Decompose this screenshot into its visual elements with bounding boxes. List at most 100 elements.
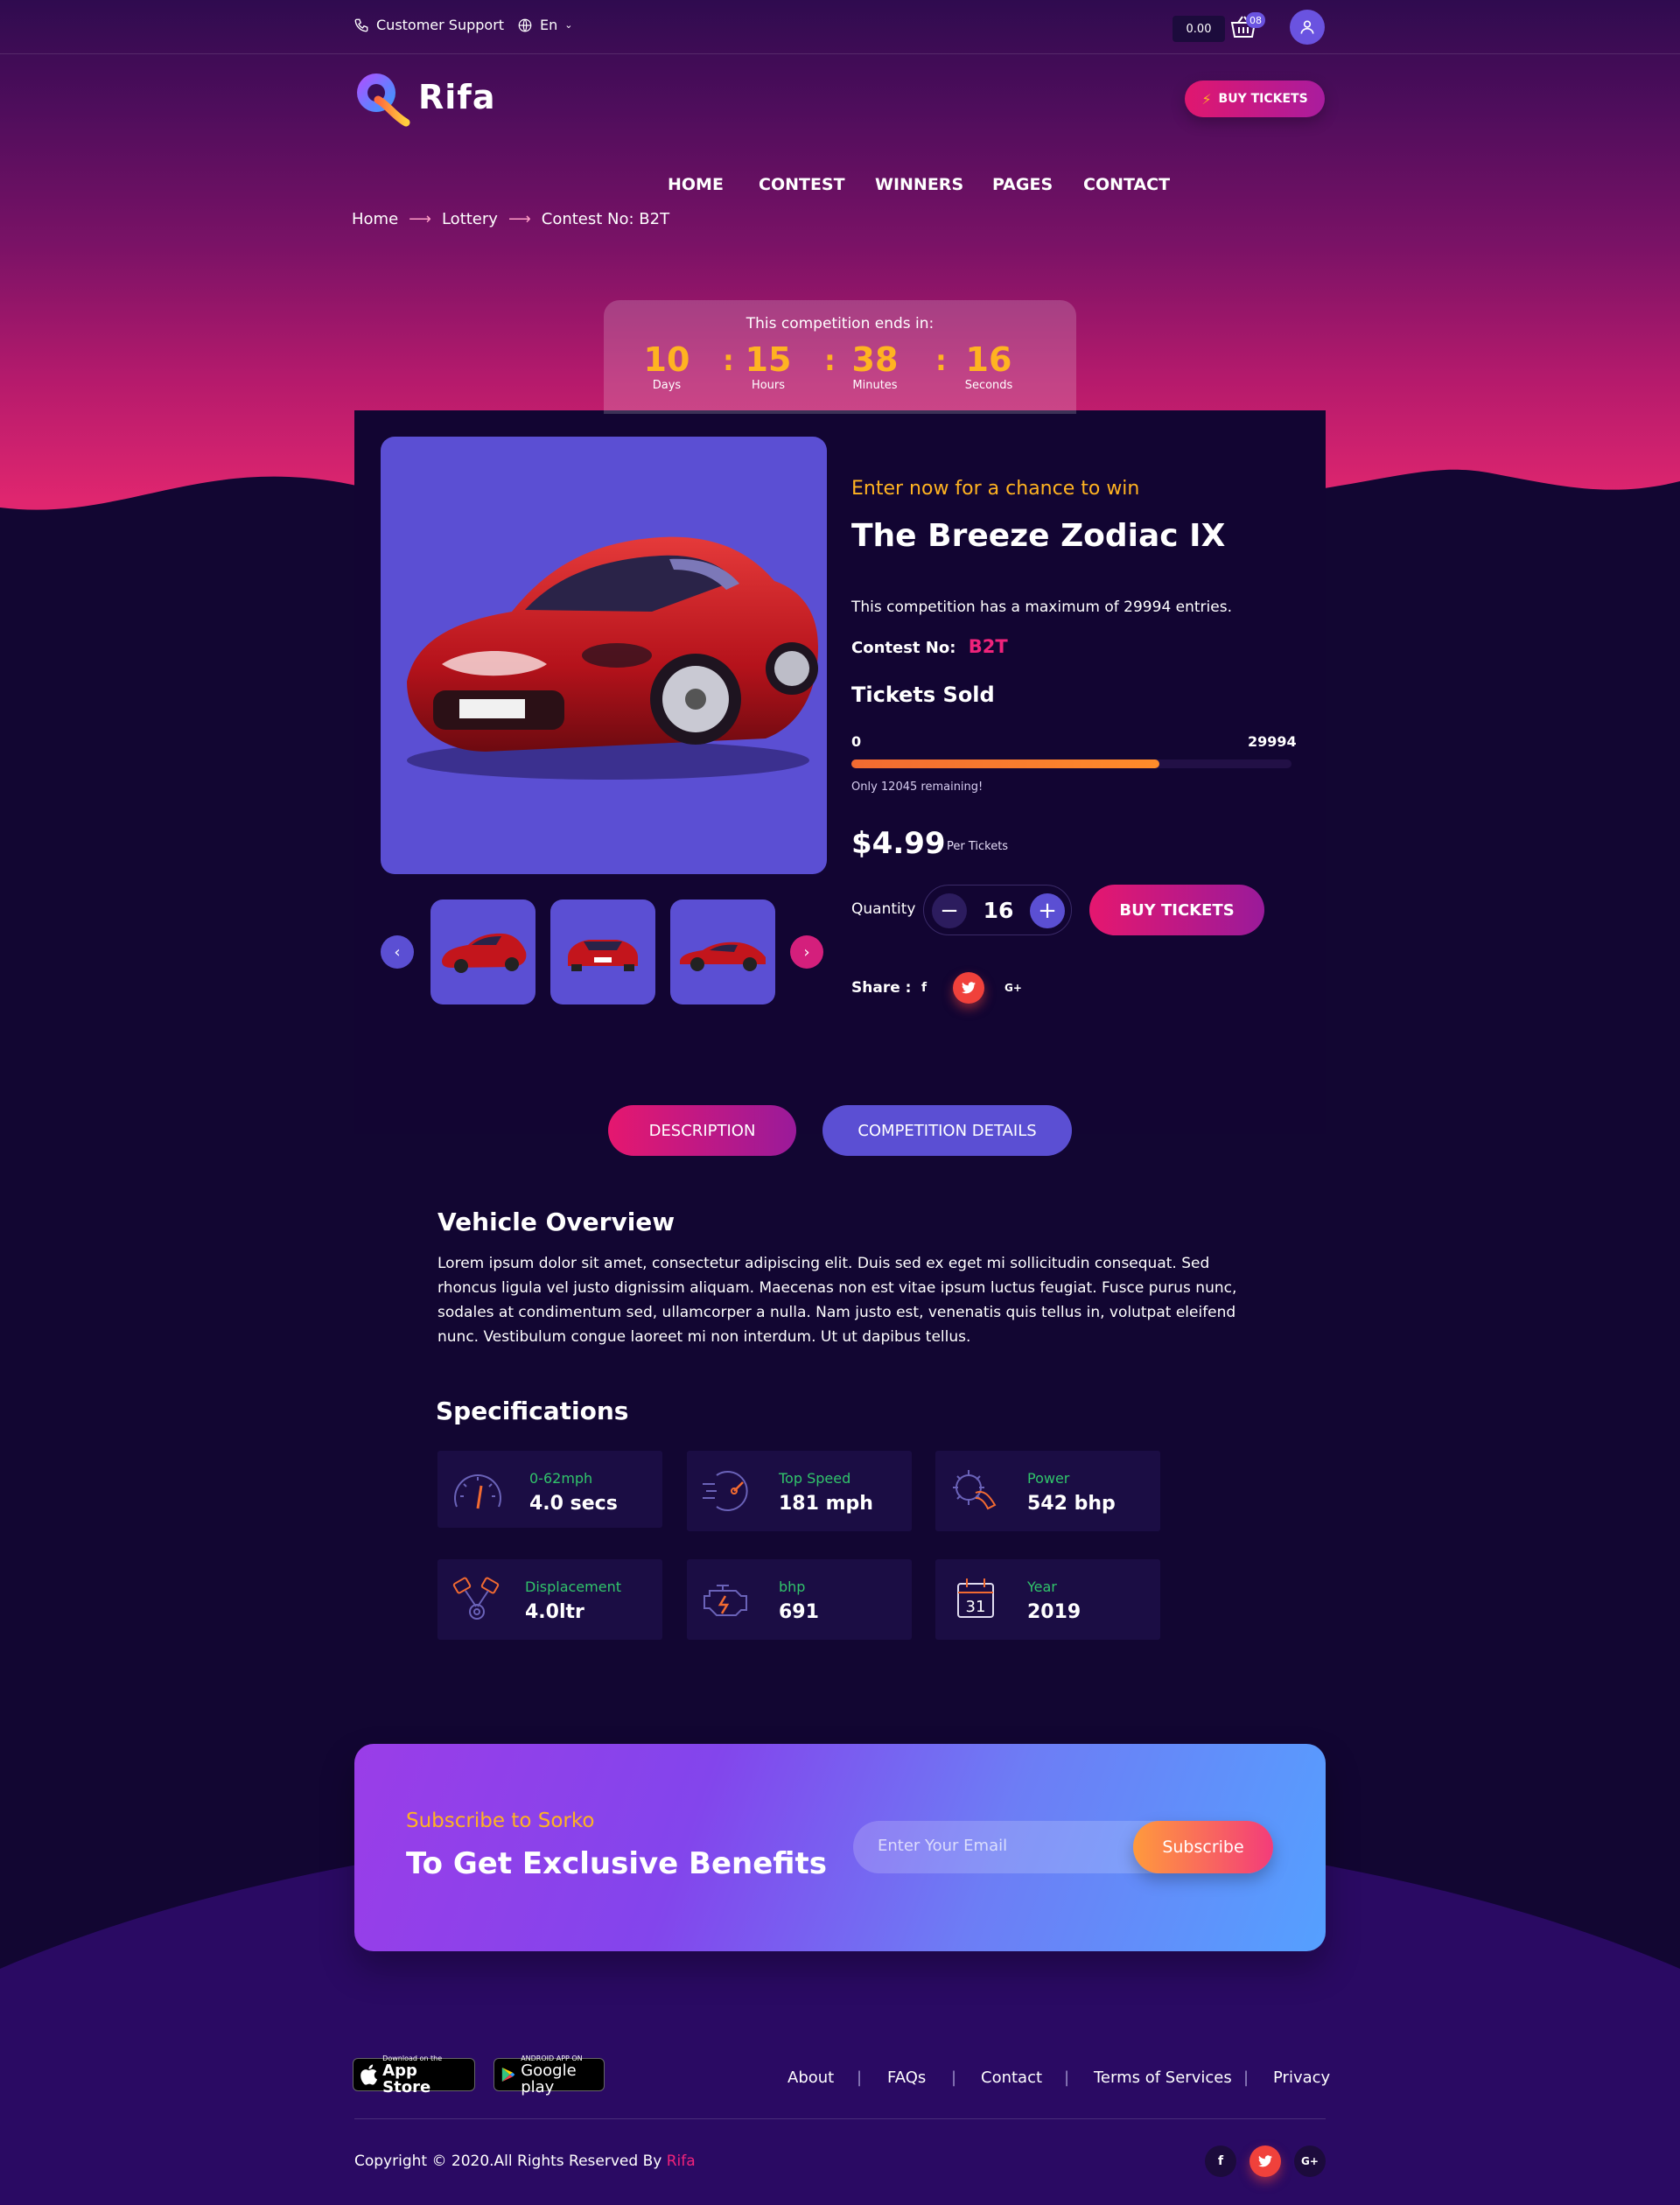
plus-icon: + [1038, 898, 1057, 924]
spec-label: Top Speed [779, 1470, 851, 1487]
gallery-prev-button[interactable]: ‹ [381, 935, 414, 969]
chevron-left-icon: ‹ [394, 942, 401, 962]
quantity-value[interactable]: 16 [972, 898, 1025, 923]
subscribe-email-input[interactable] [878, 1837, 1123, 1855]
overview-text: Lorem ipsum dolor sit amet, consectetur … [438, 1255, 1237, 1346]
phone-icon [354, 18, 368, 32]
buy-tickets-button[interactable]: BUY TICKETS [1089, 885, 1264, 935]
speedometer-icon [454, 1474, 501, 1509]
car-thumbnail-image [680, 942, 766, 971]
cart-amount: 0.00 [1172, 16, 1225, 42]
quantity-increase-button[interactable]: + [1030, 893, 1065, 928]
footer-link-about[interactable]: About [788, 2068, 834, 2087]
footer-link-separator: | [951, 2068, 957, 2087]
gallery-thumbnail[interactable] [670, 900, 775, 1004]
countdown-hours: 15 Hours [729, 342, 808, 392]
pistons-icon [452, 1577, 500, 1620]
countdown-seconds-value: 16 [965, 340, 1012, 379]
tickets-progress-fill [851, 760, 1160, 768]
contest-number: Contest No: B2T [851, 636, 1008, 657]
apple-icon [360, 2064, 378, 2085]
spec-value: 4.0 secs [529, 1493, 618, 1515]
user-icon [1300, 20, 1314, 34]
speed-gauge-icon [703, 1471, 748, 1511]
spec-value: 4.0ltr [525, 1601, 584, 1623]
nav-winners[interactable]: WINNERS [875, 175, 963, 194]
tickets-remaining-text: Only 12045 remaining! [851, 780, 984, 794]
countdown-title: This competition ends in: [746, 315, 934, 332]
footer-link-separator: | [857, 2068, 863, 2087]
language-selector[interactable]: En ⌄ [517, 17, 572, 33]
footer-divider [354, 2118, 1326, 2119]
breadcrumb-current: Contest No: B2T [541, 210, 670, 228]
globe-icon [518, 18, 532, 32]
gallery-thumbnail[interactable] [550, 900, 655, 1004]
nav-home[interactable]: HOME [668, 175, 724, 194]
spec-label: Power [1027, 1470, 1070, 1487]
spec-label: Displacement [525, 1578, 621, 1595]
google-plus-icon[interactable]: G+ [1294, 2146, 1326, 2177]
nav-contact[interactable]: CONTACT [1083, 175, 1170, 194]
gallery-thumbnail[interactable] [430, 900, 536, 1004]
breadcrumb-lottery[interactable]: Lottery [442, 210, 498, 228]
spec-value: 542 bhp [1027, 1493, 1116, 1515]
facebook-icon[interactable]: f [908, 972, 940, 1004]
quantity-stepper: − 16 + [923, 885, 1072, 935]
contest-number-value: B2T [968, 636, 1008, 657]
countdown-separator: : [824, 344, 836, 377]
logo-mark-icon [357, 74, 410, 127]
tickets-progress-bar [851, 760, 1292, 768]
gallery-next-button[interactable]: › [790, 935, 823, 969]
countdown-hours-value: 15 [745, 340, 792, 379]
product-main-image [381, 437, 827, 874]
progress-max: 29994 [1248, 733, 1297, 750]
subscribe-kicker: Subscribe to Sorko [406, 1810, 595, 1832]
subscribe-banner: Subscribe to Sorko To Get Exclusive Bene… [354, 1744, 1326, 1951]
footer-link-terms[interactable]: Terms of Services [1094, 2068, 1232, 2087]
calendar-icon: 31 [957, 1578, 994, 1618]
site-logo[interactable]: Rifa [352, 65, 495, 130]
spec-card: Power 542 bhp [935, 1451, 1160, 1531]
footer-link-privacy[interactable]: Privacy [1273, 2068, 1330, 2087]
power-icon [953, 1470, 997, 1510]
tickets-sold-heading: Tickets Sold [851, 682, 995, 707]
minus-icon: − [940, 898, 959, 924]
twitter-icon[interactable] [953, 972, 984, 1004]
countdown-seconds: 16 Seconds [949, 342, 1028, 392]
footer-link-separator: | [1064, 2068, 1070, 2087]
progress-min: 0 [851, 733, 862, 750]
breadcrumb: Home ⟶ Lottery ⟶ Contest No: B2T [352, 210, 669, 228]
footer-link-faqs[interactable]: FAQs [887, 2068, 926, 2087]
brand-name: Rifa [418, 78, 496, 116]
spec-card: 0-62mph 4.0 secs [438, 1451, 662, 1528]
twitter-icon[interactable] [1250, 2146, 1281, 2177]
copyright-brand[interactable]: Rifa [667, 2152, 696, 2170]
breadcrumb-home[interactable]: Home [352, 210, 398, 228]
app-store-button[interactable]: Download on the App Store [353, 2054, 475, 2096]
nav-contest[interactable]: CONTEST [759, 175, 845, 194]
max-entries-text: This competition has a maximum of 29994 … [851, 598, 1232, 616]
tab-competition-details[interactable]: COMPETITION DETAILS [822, 1105, 1072, 1156]
tab-description[interactable]: DESCRIPTION [608, 1105, 796, 1156]
spec-label: bhp [779, 1578, 806, 1595]
language-label: En [540, 17, 558, 33]
ticket-price-unit: Per Tickets [947, 840, 1009, 853]
customer-support-label: Customer Support [376, 17, 505, 33]
google-play-big-text: Google play [521, 2061, 577, 2096]
footer-link-contact[interactable]: Contact [981, 2068, 1042, 2087]
quantity-decrease-button[interactable]: − [932, 893, 967, 928]
google-plus-icon[interactable]: G+ [998, 972, 1029, 1004]
customer-support-link[interactable]: Customer Support [354, 17, 504, 33]
google-play-button[interactable]: ANDROID APP ON Google play [494, 2054, 605, 2096]
specifications-title: Specifications [436, 1396, 629, 1425]
countdown-seconds-label: Seconds [964, 379, 1013, 392]
product-title: The Breeze Zodiac IX [851, 518, 1226, 554]
lightning-icon: ⚡ [1201, 90, 1212, 108]
user-account-button[interactable] [1290, 10, 1325, 45]
facebook-icon[interactable]: f [1205, 2146, 1236, 2177]
nav-pages[interactable]: PAGES [992, 175, 1053, 194]
subscribe-button[interactable]: Subscribe [1133, 1821, 1273, 1873]
cart-count-badge: 08 [1246, 12, 1265, 28]
countdown-days: 10 Days [627, 342, 706, 392]
nav-buy-tickets-button[interactable]: ⚡ BUY TICKETS [1185, 80, 1325, 117]
